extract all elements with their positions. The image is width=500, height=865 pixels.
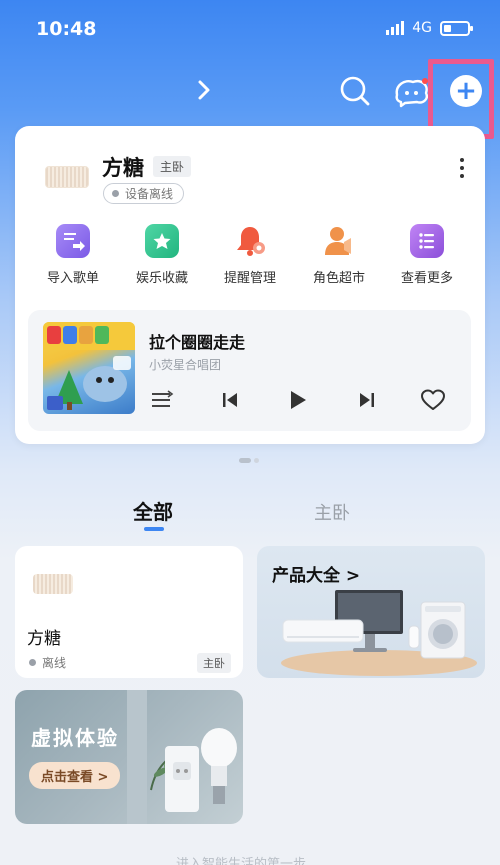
tab-bedroom[interactable]: 主卧 — [314, 499, 350, 525]
pager-dot-active — [239, 458, 251, 463]
device-tile[interactable]: 方糖 离线 主卧 — [15, 546, 243, 678]
card-pager — [239, 458, 259, 463]
search-icon[interactable] — [337, 73, 373, 109]
view-more-button[interactable]: 查看更多 — [387, 224, 467, 286]
device-tile-status-text: 离线 — [42, 656, 67, 670]
quick-actions: 导入歌单 娱乐收藏 提醒管理 角色超市 查看更多 — [15, 224, 485, 290]
chevron-right-icon[interactable] — [192, 75, 216, 105]
next-track-icon[interactable] — [354, 387, 380, 413]
status-indicators: 4G — [386, 20, 473, 36]
products-catalog-tile[interactable]: 产品大全 > — [257, 546, 485, 678]
quick-action-label: 娱乐收藏 — [135, 271, 188, 286]
heart-icon[interactable] — [420, 387, 446, 413]
network-type: 4G — [412, 20, 432, 36]
album-art — [43, 322, 135, 414]
device-name: 方糖 — [102, 156, 144, 180]
pager-dot — [254, 458, 259, 463]
favorites-button[interactable]: 娱乐收藏 — [122, 224, 202, 286]
device-status-text: 设备离线 — [125, 187, 174, 201]
virtual-experience-tile[interactable]: 虚拟体验 点击查看 > — [15, 690, 243, 824]
signal-icon — [386, 21, 405, 35]
more-options-icon[interactable] — [459, 158, 465, 178]
previous-track-icon[interactable] — [217, 387, 243, 413]
battery-icon — [440, 20, 473, 36]
device-status-badge: 设备离线 — [103, 183, 185, 204]
top-nav: + — [0, 65, 500, 115]
character-icon — [322, 224, 356, 258]
status-bar: 10:48 4G — [0, 0, 500, 60]
reminder-button[interactable]: 提醒管理 — [210, 224, 290, 286]
tab-all[interactable]: 全部 — [133, 496, 173, 525]
bell-icon — [233, 224, 267, 258]
appliances-illustration — [281, 590, 477, 676]
music-player[interactable]: 拉个圈圈走走 小荧星合唱团 — [28, 310, 471, 431]
footer-hint: 进入智能生活的第一步 — [176, 857, 307, 865]
playlist-icon[interactable] — [149, 387, 175, 413]
offline-dot-icon — [29, 659, 36, 666]
play-icon[interactable] — [284, 387, 310, 413]
device-tile-name: 方糖 — [27, 629, 61, 649]
view-now-button[interactable]: 点击查看 > — [29, 762, 121, 789]
assistant-icon[interactable] — [391, 73, 431, 109]
smart-home-illustration — [127, 690, 237, 824]
quick-action-label: 导入歌单 — [46, 271, 99, 286]
virtual-title: 虚拟体验 — [31, 726, 119, 750]
device-tile-status: 离线 — [29, 654, 66, 671]
speaker-image — [33, 574, 73, 594]
tab-active-indicator — [144, 527, 164, 531]
import-playlist-icon — [56, 224, 90, 258]
star-folder-icon — [145, 224, 179, 258]
import-playlist-button[interactable]: 导入歌单 — [33, 224, 113, 286]
offline-dot-icon — [112, 190, 119, 197]
quick-action-label: 角色超市 — [312, 271, 365, 286]
more-list-icon — [410, 224, 444, 258]
quick-action-label: 查看更多 — [400, 271, 453, 286]
character-market-button[interactable]: 角色超市 — [299, 224, 379, 286]
speaker-image — [45, 166, 89, 188]
device-tile-room: 主卧 — [197, 653, 231, 673]
quick-action-label: 提醒管理 — [223, 271, 276, 286]
song-artist: 小荧星合唱团 — [149, 358, 222, 372]
device-card[interactable]: 方糖 主卧 设备离线 导入歌单 娱乐收藏 提醒管理 角色超市 查看更多 拉个圈圈… — [15, 126, 485, 444]
song-title: 拉个圈圈走走 — [149, 333, 246, 352]
room-tag: 主卧 — [153, 156, 192, 177]
status-time: 10:48 — [36, 18, 97, 40]
